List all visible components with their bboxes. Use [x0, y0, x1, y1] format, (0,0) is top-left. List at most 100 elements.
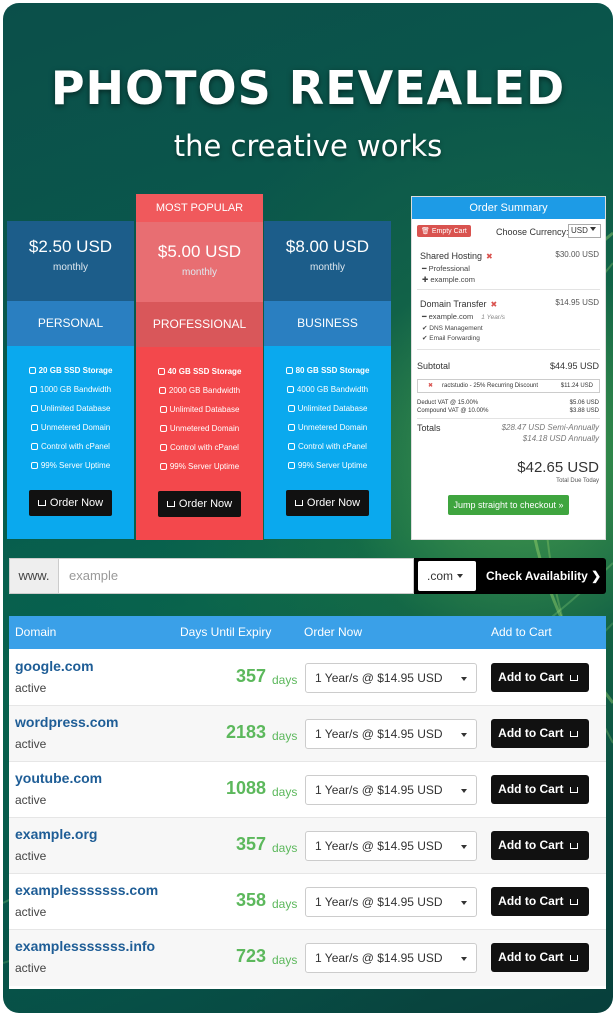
days-value: 2183	[225, 722, 266, 742]
checkout-button[interactable]: Jump straight to checkout »	[448, 495, 569, 515]
domain-name[interactable]: examplesssssss.com	[15, 882, 158, 898]
plan-header: $5.00 USD monthly	[136, 222, 263, 302]
server-icon	[287, 462, 295, 469]
period-select[interactable]: 1 Year/s @ $14.95 USD	[305, 831, 477, 861]
cart-icon	[569, 787, 578, 793]
period-select[interactable]: 1 Year/s @ $14.95 USD	[305, 663, 477, 693]
columns-icon	[288, 443, 296, 450]
feature-database: Unlimited Database	[136, 400, 263, 419]
feature-storage: 20 GB SSD Storage	[7, 361, 134, 380]
hdd-icon	[285, 367, 293, 374]
vat2-label: Compound VAT @ 10.00%	[417, 408, 489, 414]
period-select[interactable]: 1 Year/s @ $14.95 USD	[305, 943, 477, 973]
refresh-icon	[29, 386, 37, 393]
hdd-icon	[157, 368, 165, 375]
table-row: google.com active 357 days 1 Year/s @ $1…	[9, 650, 606, 706]
trash-icon[interactable]: ✖	[428, 380, 433, 392]
item-sub-line: ━ example.com 1 Year/s	[422, 312, 506, 321]
domain-name[interactable]: example.org	[15, 826, 97, 842]
plan-personal: $2.50 USD monthly PERSONAL 20 GB SSD Sto…	[7, 221, 134, 540]
pricing-table: $2.50 USD monthly PERSONAL 20 GB SSD Sto…	[7, 194, 391, 540]
period-select[interactable]: 1 Year/s @ $14.95 USD	[305, 887, 477, 917]
domain-name[interactable]: wordpress.com	[15, 714, 118, 730]
plan-features: 40 GB SSD Storage 2000 GB Bandwidth Unli…	[136, 347, 263, 540]
period-select[interactable]: 1 Year/s @ $14.95 USD	[305, 775, 477, 805]
domain-name[interactable]: youtube.com	[15, 770, 102, 786]
days-unit: days	[272, 841, 298, 855]
add-to-cart-button[interactable]: Add to Cart	[491, 831, 589, 860]
globe-icon	[30, 424, 38, 431]
vat1-label: Deduct VAT @ 15.00%	[417, 400, 479, 406]
plan-name: PROFESSIONAL	[136, 302, 263, 347]
add-to-cart-button[interactable]: Add to Cart	[491, 943, 589, 972]
feature-storage: 80 GB SSD Storage	[264, 361, 391, 380]
order-summary-title: Order Summary	[412, 197, 605, 219]
days-unit: days	[272, 953, 298, 967]
chevron-down-icon	[589, 227, 596, 231]
plan-price: $5.00 USD	[157, 242, 242, 261]
domain-status: active	[15, 961, 47, 975]
days-unit: days	[272, 785, 298, 799]
domain-name[interactable]: google.com	[15, 658, 94, 674]
plan-name: BUSINESS	[264, 301, 391, 346]
domain-search-input[interactable]: example	[59, 558, 414, 594]
tld-select[interactable]: .com	[418, 561, 476, 591]
plan-price: $2.50 USD	[28, 237, 113, 256]
item-sub-line: ✚ example.com	[422, 275, 475, 284]
table-row: example.org active 357 days 1 Year/s @ $…	[9, 818, 606, 874]
cart-icon	[569, 675, 578, 681]
feature-bandwidth: 2000 GB Bandwidth	[136, 381, 263, 400]
add-to-cart-button[interactable]: Add to Cart	[491, 719, 589, 748]
feature-domain: Unmetered Domain	[264, 418, 391, 437]
feature-domain: Unmetered Domain	[7, 418, 134, 437]
header-order: Order Now	[304, 625, 363, 639]
table-row: examplesssssss.info active 723 days 1 Ye…	[9, 930, 606, 986]
add-to-cart-button[interactable]: Add to Cart	[491, 887, 589, 916]
database-icon	[159, 406, 167, 413]
table-row: examplesssssss.com active 358 days 1 Yea…	[9, 874, 606, 930]
empty-cart-button[interactable]: 🗑 Empty Cart	[417, 225, 471, 237]
plan-period: monthly	[309, 262, 345, 273]
chevron-down-icon	[461, 845, 467, 849]
hdd-icon	[28, 367, 36, 374]
cart-icon	[37, 500, 46, 506]
refresh-icon	[158, 387, 166, 394]
trash-icon[interactable]: ✖	[491, 300, 498, 309]
days-unit: days	[272, 729, 298, 743]
days-value: 357	[235, 834, 266, 854]
trash-icon: 🗑	[421, 228, 432, 235]
days-value: 1088	[225, 778, 266, 798]
totals-semi: $28.47 USD Semi-Annually	[501, 423, 599, 432]
order-now-button-business[interactable]: Order Now	[285, 490, 370, 516]
order-now-button-professional[interactable]: Order Now	[157, 491, 242, 517]
domain-table: Domain Days Until Expiry Order Now Add t…	[9, 616, 606, 989]
cart-icon	[569, 843, 578, 849]
table-header: Domain Days Until Expiry Order Now Add t…	[9, 616, 606, 649]
currency-select[interactable]: USD	[568, 224, 601, 238]
feature-uptime: 99% Server Uptime	[136, 457, 263, 476]
feature-database: Unlimited Database	[264, 399, 391, 418]
feature-bandwidth: 1000 GB Bandwidth	[7, 380, 134, 399]
columns-icon	[31, 443, 39, 450]
subtotal-label: Subtotal	[417, 361, 451, 371]
order-now-button-personal[interactable]: Order Now	[28, 490, 113, 516]
period-select[interactable]: 1 Year/s @ $14.95 USD	[305, 719, 477, 749]
item-price-transfer: $14.95 USD	[555, 298, 599, 307]
add-to-cart-button[interactable]: Add to Cart	[491, 663, 589, 692]
domain-name[interactable]: examplesssssss.info	[15, 938, 155, 954]
divider	[417, 349, 600, 350]
plan-professional: MOST POPULAR $5.00 USD monthly PROFESSIO…	[136, 194, 263, 540]
add-to-cart-button[interactable]: Add to Cart	[491, 775, 589, 804]
item-price-hosting: $30.00 USD	[555, 250, 599, 259]
grand-total: $42.65 USD	[517, 459, 599, 476]
trash-icon[interactable]: ✖	[486, 252, 493, 261]
divider	[417, 289, 600, 290]
order-summary-body: 🗑 Empty Cart Choose Currency: USD Shared…	[412, 219, 605, 541]
check-availability-button[interactable]: Check Availability ❯	[486, 558, 601, 594]
columns-icon	[160, 444, 168, 451]
vat1-value: $5.06 USD	[569, 400, 599, 406]
order-summary: Order Summary 🗑 Empty Cart Choose Curren…	[411, 196, 606, 540]
domain-status: active	[15, 849, 47, 863]
cart-icon	[569, 899, 578, 905]
feature-uptime: 99% Server Uptime	[7, 456, 134, 475]
